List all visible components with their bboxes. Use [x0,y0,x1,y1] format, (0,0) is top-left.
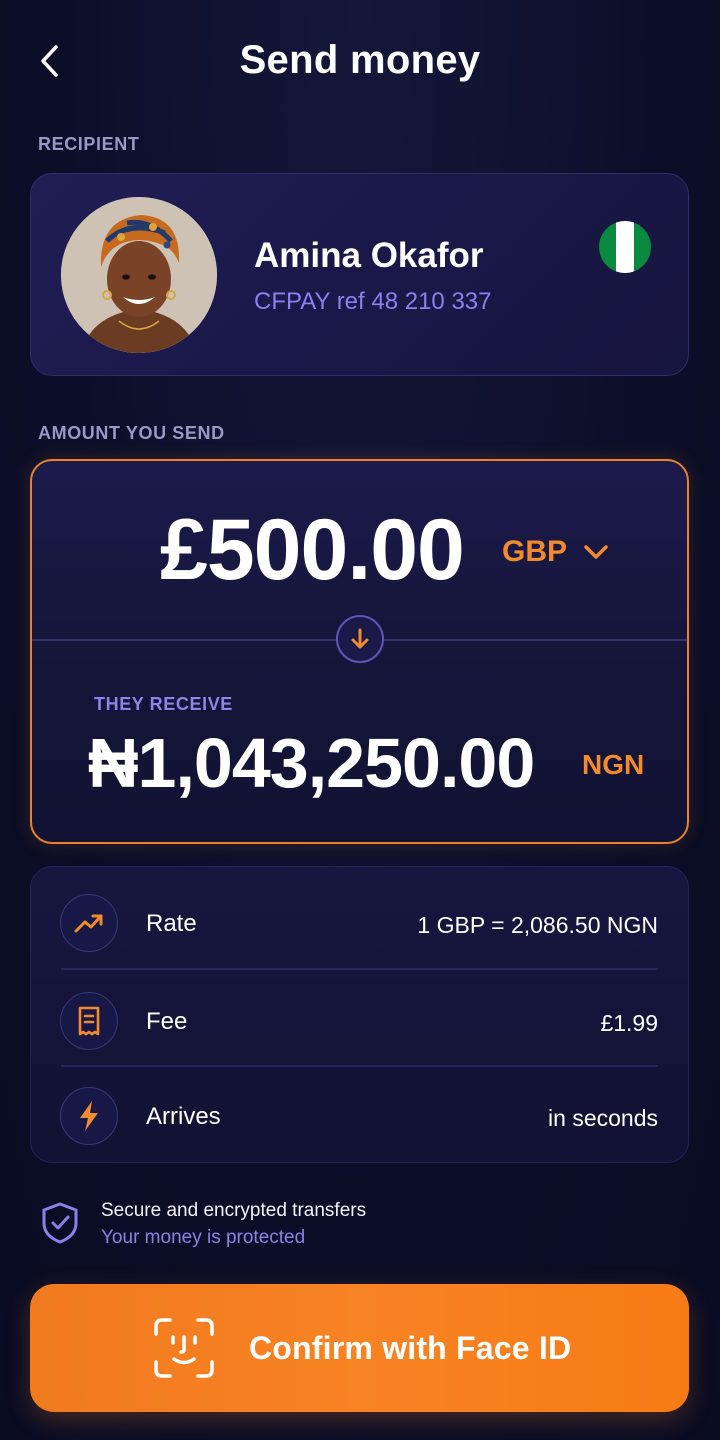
amount-card: £500.00 GBP THEY RECEIVE ₦1,043,250.00 N… [30,459,689,844]
transfer-details-card: Rate 1 GBP = 2,086.50 NGN Fee £1.99 Arri… [30,866,689,1163]
detail-row-rate: Rate 1 GBP = 2,086.50 NGN [31,872,688,969]
face-id-icon [154,1318,214,1378]
detail-value-fee: £1.99 [600,1010,658,1036]
detail-label-rate: Rate [146,910,197,937]
receive-currency: NGN [582,749,645,780]
avatar [61,197,217,353]
avatar-image [61,197,217,353]
security-title: Secure and encrypted transfers [101,1200,367,1221]
amount-section-label: AMOUNT YOU SEND [38,423,225,443]
confirm-face-id-button[interactable]: Confirm with Face ID [30,1284,689,1412]
page-title: Send money [239,38,481,82]
lightning-icon [60,1087,118,1145]
nigeria-flag-icon [599,221,651,273]
detail-value-arrives: in seconds [548,1105,658,1131]
detail-value-rate: 1 GBP = 2,086.50 NGN [417,912,658,938]
receive-label: THEY RECEIVE [94,694,233,714]
arrow-down-icon [351,628,369,649]
detail-label-arrives: Arrives [146,1103,221,1130]
trending-up-icon [60,894,118,952]
send-amount-input[interactable]: £500.00 [160,501,465,600]
detail-row-arrives: Arrives in seconds [31,1065,688,1162]
send-currency-selector[interactable]: GBP [502,535,609,569]
recipient-card[interactable]: Amina Okafor CFPAY ref 48 210 337 [30,173,689,376]
recipient-reference: CFPAY ref 48 210 337 [254,288,492,315]
recipient-name: Amina Okafor [254,236,484,275]
recipient-section-label: RECIPIENT [38,134,140,154]
confirm-button-label: Confirm with Face ID [249,1330,572,1366]
send-money-screen: Send money RECIPIENT Amina Okafor CFPAY … [0,0,720,1440]
security-subtitle: Your money is protected [101,1227,306,1248]
swap-direction-button[interactable] [336,615,384,663]
chevron-down-icon [584,545,608,559]
shield-check-icon [42,1202,78,1244]
receipt-icon [60,992,118,1050]
send-currency-label: GBP [502,535,568,568]
detail-label-fee: Fee [146,1008,188,1035]
detail-row-fee: Fee £1.99 [31,970,688,1067]
receive-amount: ₦1,043,250.00 [88,724,535,802]
